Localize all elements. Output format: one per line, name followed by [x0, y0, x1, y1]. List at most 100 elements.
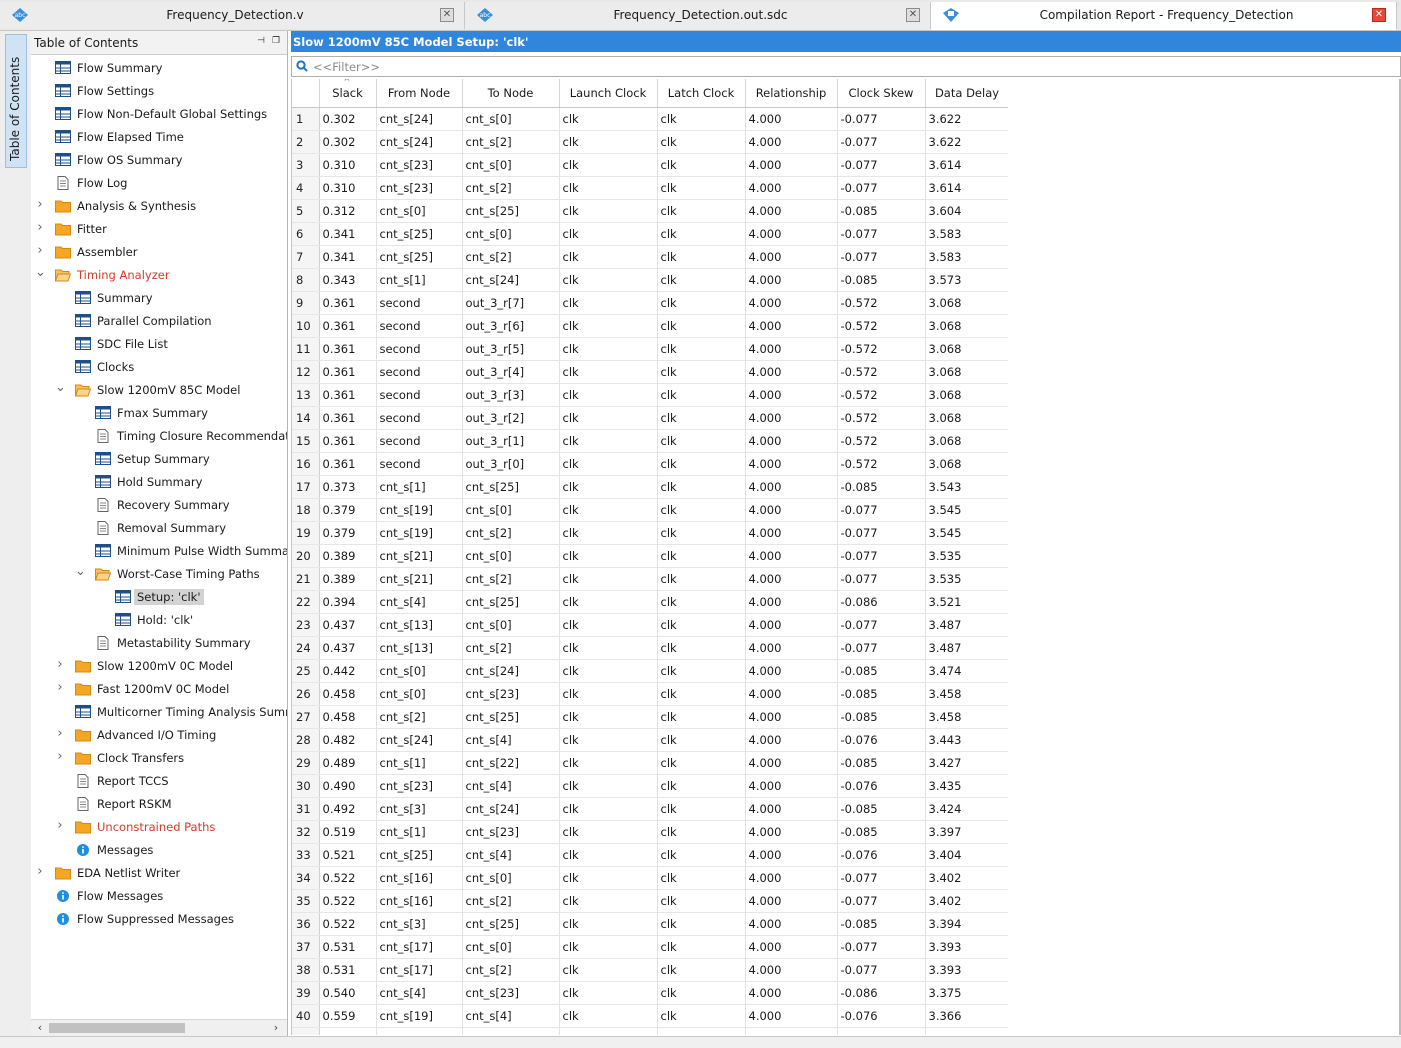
column-header[interactable]: Relationship [745, 79, 838, 108]
table-row[interactable]: 1 0.302 cnt_s[24] cnt_s[0] clk clk 4.000 -0.077… [292, 107, 1009, 131]
toc-item[interactable]: › Unconstrained Paths [31, 817, 287, 838]
toc-item[interactable]: › Analysis & Synthesis [31, 196, 287, 217]
table-row[interactable]: 25 0.442 cnt_s[0] cnt_s[24] clk clk 4.000 -0.08… [292, 659, 1009, 683]
toc-item[interactable]: Flow Messages [31, 886, 287, 907]
toc-item[interactable]: › EDA Netlist Writer [31, 863, 287, 884]
table-row[interactable]: 31 0.492 cnt_s[3] cnt_s[24] clk clk 4.000 -0.08… [292, 797, 1009, 821]
chevron-right-icon[interactable]: › [55, 726, 65, 741]
column-header[interactable]: Latch Clock [657, 79, 746, 108]
close-icon[interactable]: ✕ [440, 8, 454, 22]
table-row[interactable]: 20 0.389 cnt_s[21] cnt_s[0] clk clk 4.000 -0.07… [292, 544, 1009, 568]
toc-item[interactable]: Recovery Summary [31, 495, 287, 516]
table-row[interactable]: 36 0.522 cnt_s[3] cnt_s[25] clk clk 4.000 -0.08… [292, 912, 1009, 936]
toc-item[interactable]: Hold Summary [31, 472, 287, 493]
table-row[interactable]: 3 0.310 cnt_s[23] cnt_s[0] clk clk 4.000 -0.077… [292, 153, 1009, 177]
table-row[interactable]: 39 0.540 cnt_s[4] cnt_s[23] clk clk 4.000 -0.08… [292, 981, 1009, 1005]
table-row[interactable]: 11 0.361 second out_3_r[5] clk clk 4.000 -0.572… [292, 337, 1009, 361]
tab-frequency-detection-out-sdc[interactable]: abc Frequency_Detection.out.sdc ✕ [465, 2, 931, 29]
toc-item[interactable]: Parallel Compilation [31, 311, 287, 332]
table-row[interactable]: 38 0.531 cnt_s[17] cnt_s[2] clk clk 4.000 -0.07… [292, 958, 1009, 982]
table-row[interactable]: 33 0.521 cnt_s[25] cnt_s[4] clk clk 4.000 -0.07… [292, 843, 1009, 867]
toc-item[interactable]: ⌄ Worst-Case Timing Paths [31, 564, 287, 585]
filter-field[interactable]: <<Filter>> [291, 56, 1401, 77]
chevron-right-icon[interactable]: › [35, 864, 45, 879]
table-row[interactable]: 27 0.458 cnt_s[2] cnt_s[25] clk clk 4.000 -0.08… [292, 705, 1009, 729]
chevron-down-icon[interactable]: ⌄ [35, 265, 46, 280]
table-of-contents-side-tab[interactable]: Table of Contents [5, 34, 27, 168]
column-header[interactable]: To Node [462, 79, 560, 108]
chevron-right-icon[interactable]: › [55, 680, 65, 695]
chevron-down-icon[interactable]: ⌄ [55, 380, 66, 395]
table-row[interactable]: 9 0.361 second out_3_r[7] clk clk 4.000 -0.572 3… [292, 291, 1009, 315]
toc-item[interactable]: Setup: 'clk' [31, 587, 287, 608]
toc-item[interactable]: Flow Suppressed Messages [31, 909, 287, 930]
tab-compilation-report[interactable]: Compilation Report - Frequency_Detection… [931, 2, 1397, 30]
table-row[interactable]: 23 0.437 cnt_s[13] cnt_s[0] clk clk 4.000 -0.07… [292, 613, 1009, 637]
close-icon[interactable]: ✕ [1372, 8, 1386, 22]
toc-item[interactable]: Flow Settings [31, 81, 287, 102]
table-row[interactable]: 34 0.522 cnt_s[16] cnt_s[0] clk clk 4.000 -0.07… [292, 866, 1009, 890]
chevron-down-icon[interactable]: ⌄ [75, 564, 86, 579]
table-row[interactable]: 26 0.458 cnt_s[0] cnt_s[23] clk clk 4.000 -0.08… [292, 682, 1009, 706]
table-row[interactable]: 4 0.310 cnt_s[23] cnt_s[2] clk clk 4.000 -0.077… [292, 176, 1009, 200]
toc-item[interactable]: Setup Summary [31, 449, 287, 470]
tab-frequency-detection-v[interactable]: abc Frequency_Detection.v ✕ [0, 2, 465, 29]
toc-item[interactable]: Report RSKM [31, 794, 287, 815]
toc-item[interactable]: › Clock Transfers [31, 748, 287, 769]
toc-item[interactable]: Clocks [31, 357, 287, 378]
toc-item[interactable]: Flow Non-Default Global Settings [31, 104, 287, 125]
table-row[interactable]: 14 0.361 second out_3_r[2] clk clk 4.000 -0.572… [292, 406, 1009, 430]
toc-item[interactable]: ⌄ Slow 1200mV 85C Model [31, 380, 287, 401]
table-row[interactable]: 35 0.522 cnt_s[16] cnt_s[2] clk clk 4.000 -0.07… [292, 889, 1009, 913]
chevron-right-icon[interactable]: › [35, 243, 45, 258]
column-header[interactable]: Launch Clock [559, 79, 658, 108]
chevron-right-icon[interactable]: › [55, 749, 65, 764]
toc-item[interactable]: Flow Log [31, 173, 287, 194]
table-row[interactable]: 13 0.361 second out_3_r[3] clk clk 4.000 -0.572… [292, 383, 1009, 407]
close-icon[interactable]: ✕ [906, 8, 920, 22]
toc-item[interactable]: Removal Summary [31, 518, 287, 539]
chevron-right-icon[interactable]: › [35, 197, 45, 212]
table-row[interactable]: 7 0.341 cnt_s[25] cnt_s[2] clk clk 4.000 -0.077… [292, 245, 1009, 269]
toc-item[interactable]: ⌄ Timing Analyzer [31, 265, 287, 286]
toc-item[interactable]: Multicorner Timing Analysis Summary [31, 702, 287, 723]
toc-item[interactable]: Report TCCS [31, 771, 287, 792]
column-header[interactable]: Clock Skew [837, 79, 926, 108]
table-row[interactable]: 28 0.482 cnt_s[24] cnt_s[4] clk clk 4.000 -0.07… [292, 728, 1009, 752]
table-row[interactable]: 18 0.379 cnt_s[19] cnt_s[0] clk clk 4.000 -0.07… [292, 498, 1009, 522]
toc-item[interactable]: Fmax Summary [31, 403, 287, 424]
toc-item[interactable]: › Fast 1200mV 0C Model [31, 679, 287, 700]
toc-item[interactable]: › Fitter [31, 219, 287, 240]
table-row[interactable]: 30 0.490 cnt_s[23] cnt_s[4] clk clk 4.000 -0.07… [292, 774, 1009, 798]
table-row[interactable]: 17 0.373 cnt_s[1] cnt_s[25] clk clk 4.000 -0.08… [292, 475, 1009, 499]
chevron-right-icon[interactable]: › [55, 818, 65, 833]
table-row[interactable]: 16 0.361 second out_3_r[0] clk clk 4.000 -0.572… [292, 452, 1009, 476]
table-row[interactable]: 10 0.361 second out_3_r[6] clk clk 4.000 -0.572… [292, 314, 1009, 338]
table-row[interactable]: 5 0.312 cnt_s[0] cnt_s[25] clk clk 4.000 -0.085… [292, 199, 1009, 223]
table-row[interactable]: 40 0.559 cnt_s[19] cnt_s[4] clk clk 4.000 -0.07… [292, 1004, 1009, 1028]
toc-item[interactable]: Minimum Pulse Width Summary [31, 541, 287, 562]
toc-item[interactable]: Messages [31, 840, 287, 861]
pin-icon[interactable]: ⊣ [256, 36, 266, 46]
table-row[interactable]: 15 0.361 second out_3_r[1] clk clk 4.000 -0.572… [292, 429, 1009, 453]
chevron-right-icon[interactable]: › [35, 220, 45, 235]
table-row[interactable]: 22 0.394 cnt_s[4] cnt_s[25] clk clk 4.000 -0.08… [292, 590, 1009, 614]
restore-window-icon[interactable]: ❐ [271, 36, 281, 46]
table-row[interactable]: 8 0.343 cnt_s[1] cnt_s[24] clk clk 4.000 -0.085… [292, 268, 1009, 292]
toc-item[interactable]: SDC File List [31, 334, 287, 355]
table-row[interactable]: 21 0.389 cnt_s[21] cnt_s[2] clk clk 4.000 -0.07… [292, 567, 1009, 591]
table-row[interactable]: 19 0.379 cnt_s[19] cnt_s[2] clk clk 4.000 -0.07… [292, 521, 1009, 545]
toc-item[interactable]: Flow OS Summary [31, 150, 287, 171]
table-row[interactable]: 6 0.341 cnt_s[25] cnt_s[0] clk clk 4.000 -0.077… [292, 222, 1009, 246]
toc-item[interactable]: Summary [31, 288, 287, 309]
toc-item[interactable]: Flow Elapsed Time [31, 127, 287, 148]
table-row[interactable]: 29 0.489 cnt_s[1] cnt_s[22] clk clk 4.000 -0.08… [292, 751, 1009, 775]
table-row[interactable]: 12 0.361 second out_3_r[4] clk clk 4.000 -0.572… [292, 360, 1009, 384]
row-number-header[interactable] [292, 79, 320, 108]
toc-item[interactable]: › Advanced I/O Timing [31, 725, 287, 746]
toc-item[interactable]: Metastability Summary [31, 633, 287, 654]
toc-item[interactable]: › Slow 1200mV 0C Model [31, 656, 287, 677]
scroll-right-icon[interactable]: › [269, 1021, 283, 1034]
column-header[interactable]: ^ Slack [319, 79, 377, 108]
chevron-right-icon[interactable]: › [55, 657, 65, 672]
